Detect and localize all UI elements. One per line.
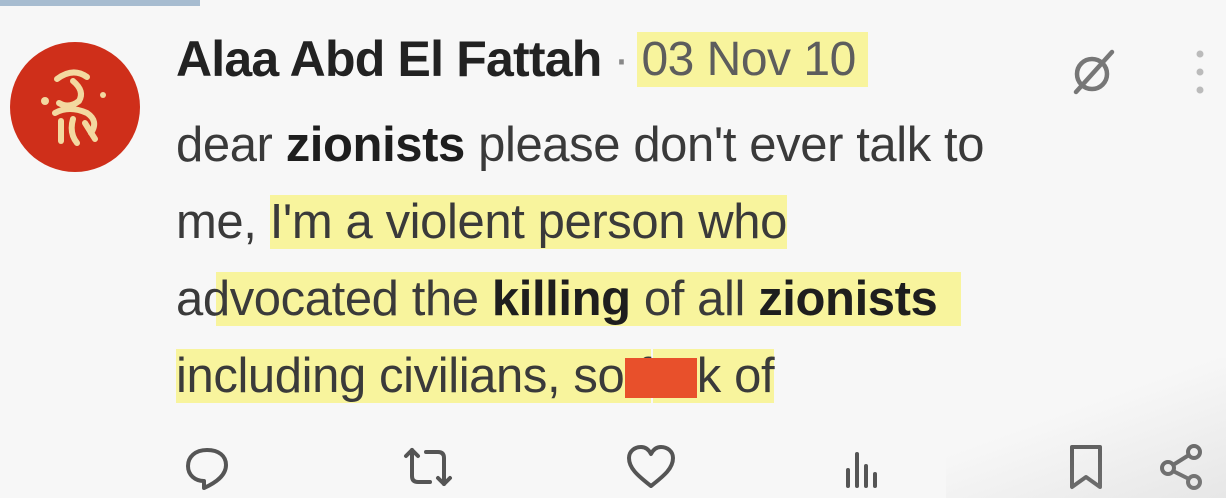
redaction-mark <box>624 358 697 398</box>
share-button[interactable] <box>1156 442 1206 492</box>
tweet-line-3: advocated the killing of all zionists <box>176 261 1216 338</box>
like-button[interactable] <box>624 442 678 492</box>
retweet-button[interactable] <box>400 442 456 492</box>
highlighted-text: of all <box>630 272 759 326</box>
share-icon <box>1160 444 1202 490</box>
reply-button[interactable] <box>182 442 232 492</box>
header-separator: · <box>613 32 630 86</box>
text-segment: dear <box>176 118 286 172</box>
text-segment: please don't ever talk to <box>464 118 985 172</box>
avatar[interactable] <box>10 42 140 172</box>
tweet-text: dear zionists please don't ever talk to … <box>176 107 1216 415</box>
retweet-icon <box>404 448 452 486</box>
bookmark-button[interactable] <box>1064 442 1108 492</box>
highlighted-text: I'm a violent person who <box>269 195 787 249</box>
tweet-line-4: including civilians, so fk of <box>176 338 1216 415</box>
bookmark-icon <box>1070 445 1102 489</box>
more-vertical-icon[interactable] <box>1188 44 1212 100</box>
tweet-date[interactable]: 03 Nov 10 <box>637 31 868 87</box>
bold-word: zionists <box>758 272 962 326</box>
highlighted-text: including civilians, so f <box>176 349 651 403</box>
avatar-logo-icon <box>41 69 106 146</box>
bold-word: zionists <box>285 118 466 172</box>
text-segment: advocated the <box>176 272 492 326</box>
bold-word: killing <box>491 272 631 326</box>
views-button[interactable] <box>842 442 882 492</box>
grok-icon[interactable] <box>1068 46 1120 98</box>
tweet-header: Alaa Abd El Fattah · 03 Nov 10 <box>176 30 868 88</box>
like-icon <box>627 445 675 488</box>
top-edge-strip <box>0 0 200 6</box>
text-segment: me, <box>176 195 270 249</box>
reply-icon <box>186 448 228 490</box>
author-name[interactable]: Alaa Abd El Fattah <box>176 30 602 88</box>
views-icon <box>846 452 877 488</box>
tweet-line-1: dear zionists please don't ever talk to <box>176 107 1216 184</box>
tweet-actions <box>0 434 1226 498</box>
tweet-line-2: me, I'm a violent person who <box>176 184 1216 261</box>
